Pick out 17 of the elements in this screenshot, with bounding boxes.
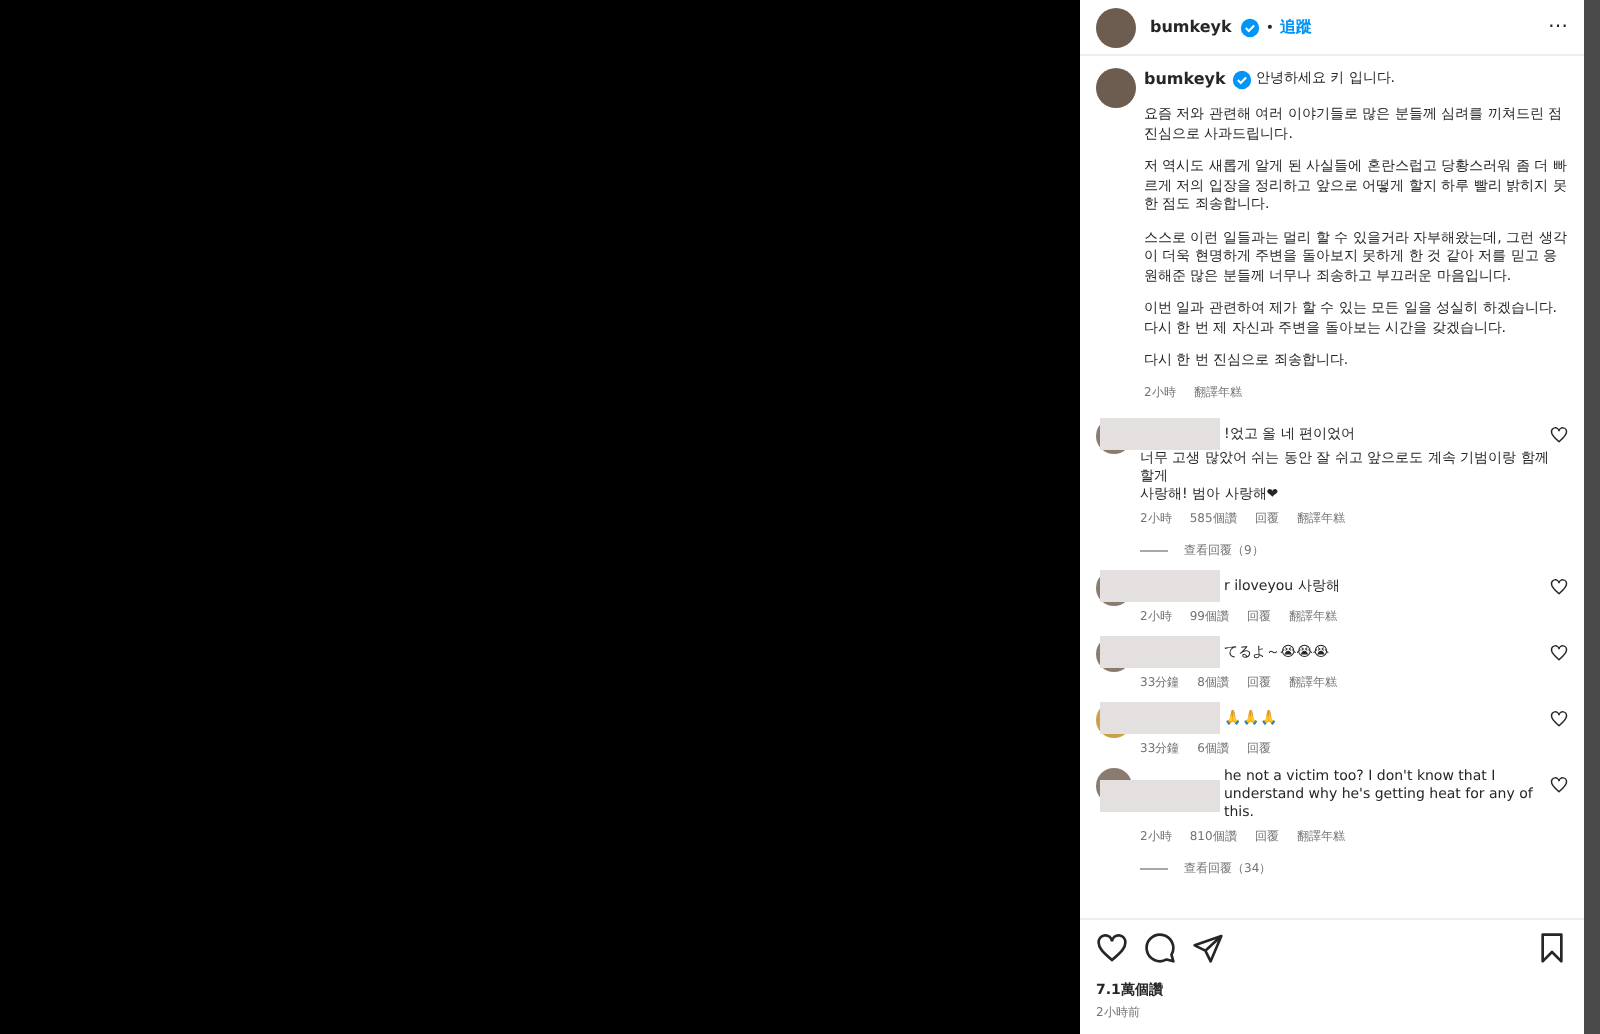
username[interactable]: bumkeyk bbox=[1144, 70, 1226, 90]
avatar bbox=[1096, 7, 1136, 47]
scrollbar[interactable] bbox=[1584, 0, 1600, 1034]
heart-icon[interactable] bbox=[1550, 710, 1568, 728]
heart-icon[interactable] bbox=[1550, 426, 1568, 444]
comment-icon[interactable] bbox=[1144, 932, 1176, 964]
heart-icon[interactable] bbox=[1550, 578, 1568, 596]
avatar bbox=[1096, 68, 1136, 108]
follow-link[interactable]: 追蹤 bbox=[1279, 16, 1312, 38]
heart-icon[interactable] bbox=[1550, 644, 1568, 662]
redacted-block bbox=[1100, 779, 1220, 811]
heart-icon[interactable] bbox=[1550, 776, 1568, 794]
bookmark-icon[interactable] bbox=[1536, 932, 1568, 964]
more-options-button[interactable]: ⋯ bbox=[1548, 16, 1568, 38]
heart-icon[interactable] bbox=[1096, 932, 1128, 964]
username[interactable]: bumkeyk bbox=[1150, 18, 1232, 36]
send-icon[interactable] bbox=[1192, 932, 1224, 964]
